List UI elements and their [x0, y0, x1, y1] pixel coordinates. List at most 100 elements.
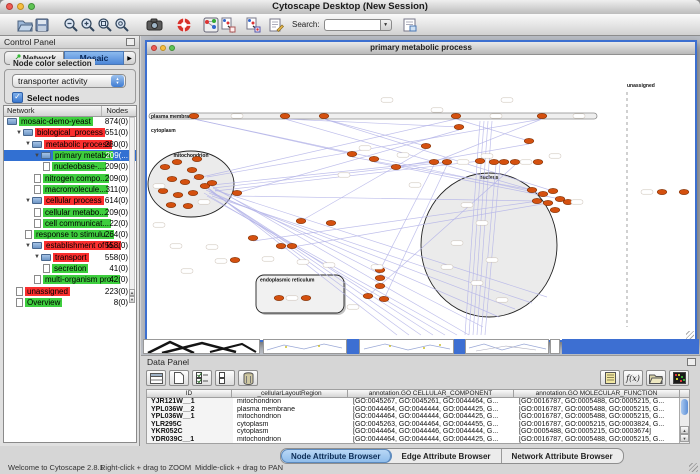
graph-node[interactable]: [180, 179, 190, 184]
disclosure-triangle-icon[interactable]: ▼: [25, 141, 32, 147]
graph-node[interactable]: [524, 138, 534, 143]
table-row[interactable]: YKR052Ccytoplasm[GO:0044464, GO:0044446,…: [147, 428, 689, 436]
table-column-header[interactable]: annotation.GO CELLULAR_COMPONENT: [348, 389, 514, 398]
table-column-header[interactable]: _cellularLayoutRegion: [232, 389, 348, 398]
table-row[interactable]: YDR039C__1mitochondrion[GO:0044464, GO:0…: [147, 436, 689, 444]
data-panel-float-icon[interactable]: [687, 358, 696, 366]
graph-node[interactable]: [679, 189, 689, 194]
background-window-1[interactable]: [263, 339, 347, 354]
graph-node[interactable]: [207, 180, 217, 185]
graph-node[interactable]: [192, 156, 202, 161]
tree-column-network[interactable]: Network: [7, 106, 35, 115]
graph-node[interactable]: [537, 113, 547, 118]
table-cell[interactable]: [GO:0016787, GO:0005215, GO:0003824, G..…: [515, 421, 679, 429]
table-cell[interactable]: cytoplasm: [233, 428, 349, 436]
tree-row-label[interactable]: response to stimulu...: [34, 230, 114, 239]
matrix-icon[interactable]: [669, 370, 689, 386]
graph-node[interactable]: [489, 159, 499, 164]
network-resize-grip[interactable]: [686, 331, 694, 339]
table-cell[interactable]: [GO:0005488, GO:0005215, GO:0003674]: [515, 428, 679, 436]
graph-node[interactable]: [188, 190, 198, 195]
table-column-header[interactable]: annotation.GO MOLECULAR_FUNCTION: [514, 389, 680, 398]
attribute-browser-tab[interactable]: Network Attribute Browser: [502, 449, 623, 463]
tree-scrollbar[interactable]: [129, 117, 135, 303]
table-cell[interactable]: [GO:0016787, GO:0005488, GO:0005215, G..…: [515, 398, 679, 406]
save-icon[interactable]: [33, 16, 50, 33]
graph-node[interactable]: [451, 113, 461, 118]
tree-row[interactable]: cell communicat...22(0): [4, 218, 136, 229]
search-options-icon[interactable]: [402, 16, 419, 33]
graph-node[interactable]: [166, 202, 176, 207]
graph-node[interactable]: [319, 113, 329, 118]
vizmapper-icon[interactable]: [202, 16, 219, 33]
delete-attribute-icon[interactable]: [238, 370, 258, 386]
float-panel-icon[interactable]: [126, 38, 135, 46]
tree-row-label[interactable]: macromolecule...: [43, 185, 108, 194]
import-folder-icon[interactable]: [646, 370, 666, 386]
tree-row[interactable]: Overview8(0): [4, 297, 136, 308]
tree-row-label[interactable]: Overview: [25, 298, 62, 307]
graph-node[interactable]: [280, 113, 290, 118]
network-canvas[interactable]: plasma membranecytoplasmmitochondrionnuc…: [147, 55, 695, 337]
graph-node[interactable]: [232, 190, 242, 195]
graph-node[interactable]: [454, 124, 464, 129]
graph-node[interactable]: [657, 189, 667, 194]
graph-node[interactable]: [189, 113, 199, 118]
tree-row-label[interactable]: secretion: [52, 264, 88, 273]
notes-icon[interactable]: [600, 370, 620, 386]
tree-row[interactable]: ▼metabolic process280(0): [4, 139, 136, 150]
table-cell[interactable]: [GO:0044464, GO:0044444, GO:0044425, G..…: [349, 413, 515, 421]
tree-row[interactable]: macromolecule...311(0): [4, 184, 136, 195]
graph-node[interactable]: [533, 159, 543, 164]
tree-row[interactable]: ▼establishment of lo...558(0): [4, 240, 136, 251]
tree-row-label[interactable]: mosaic-demo-yeast: [19, 117, 93, 126]
graph-node[interactable]: [167, 176, 177, 181]
table-cell[interactable]: [GO:0045267, GO:0045261, GO:0044464, G..…: [349, 398, 515, 406]
table-cell[interactable]: YPL036W__2: [147, 406, 233, 414]
graph-node[interactable]: [442, 159, 452, 164]
table-cell[interactable]: [GO:0045263, GO:0044464, GO:0044455, G..…: [349, 421, 515, 429]
select-nodes-checkbox[interactable]: ✓: [12, 92, 23, 103]
annotation-import-icon[interactable]: [219, 16, 236, 33]
network-window[interactable]: primary metabolic process plasma membran…: [145, 40, 697, 342]
table-cell[interactable]: mitochondrion: [233, 413, 349, 421]
tree-row-label[interactable]: unassigned: [25, 287, 70, 296]
graph-node[interactable]: [421, 143, 431, 148]
graph-node[interactable]: [538, 191, 548, 196]
table-cell[interactable]: plasma membrane: [233, 406, 349, 414]
graph-node[interactable]: [276, 243, 286, 248]
graph-node[interactable]: [429, 159, 439, 164]
table-cell[interactable]: [GO:0016787, GO:0005488, GO:0005215, G..…: [515, 413, 679, 421]
tree-row-label[interactable]: cell communicat...: [43, 219, 111, 228]
graph-node[interactable]: [391, 164, 401, 169]
background-window-2[interactable]: [359, 339, 454, 354]
table-scroll-down-icon[interactable]: ▼: [680, 434, 689, 442]
attribute-browser-tab[interactable]: Edge Attribute Browser: [392, 449, 502, 463]
graph-node[interactable]: [248, 235, 258, 240]
table-cell[interactable]: cytoplasm: [233, 421, 349, 429]
graph-node[interactable]: [296, 218, 306, 223]
table-icon[interactable]: [146, 370, 166, 386]
graph-node[interactable]: [160, 164, 170, 169]
zoom-selected-icon[interactable]: [96, 16, 113, 33]
graph-node[interactable]: [194, 174, 204, 179]
disclosure-triangle-icon[interactable]: ▼: [25, 198, 32, 204]
graph-node[interactable]: [369, 156, 379, 161]
table-row[interactable]: YPL036W__1mitochondrion[GO:0044464, GO:0…: [147, 413, 689, 421]
graph-node[interactable]: [187, 167, 197, 172]
graph-node[interactable]: [527, 187, 537, 192]
tree-row[interactable]: mosaic-demo-yeast874(0): [4, 116, 136, 127]
app-resize-grip[interactable]: [689, 463, 698, 472]
formula-icon[interactable]: f(x): [623, 370, 643, 386]
tree-row[interactable]: nucleobase-...209(0): [4, 161, 136, 172]
graph-node[interactable]: [375, 275, 385, 280]
table-scroll-thumb[interactable]: [681, 399, 688, 415]
node-color-dropdown[interactable]: transporter activity ▲▼: [12, 74, 126, 88]
graph-node[interactable]: [379, 296, 389, 301]
disclosure-triangle-icon[interactable]: ▼: [34, 254, 41, 260]
tree-row[interactable]: multi-organism pro...42(0): [4, 274, 136, 285]
unselect-attributes-icon[interactable]: [215, 370, 235, 386]
tree-row[interactable]: unassigned223(0): [4, 285, 136, 296]
graph-node[interactable]: [158, 188, 168, 193]
graph-node[interactable]: [183, 203, 193, 208]
